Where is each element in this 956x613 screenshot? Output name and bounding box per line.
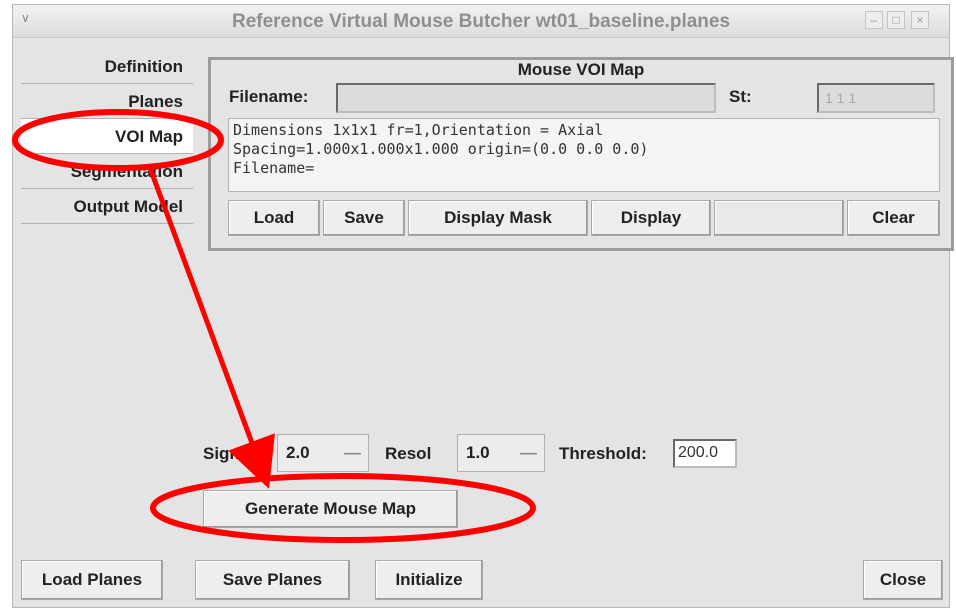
voi-map-highlight-ellipse: [12, 109, 224, 171]
generate-button-highlight-ellipse: [150, 473, 536, 543]
annotation-arrow: [147, 167, 276, 489]
annotation-overlay: [12, 109, 536, 543]
